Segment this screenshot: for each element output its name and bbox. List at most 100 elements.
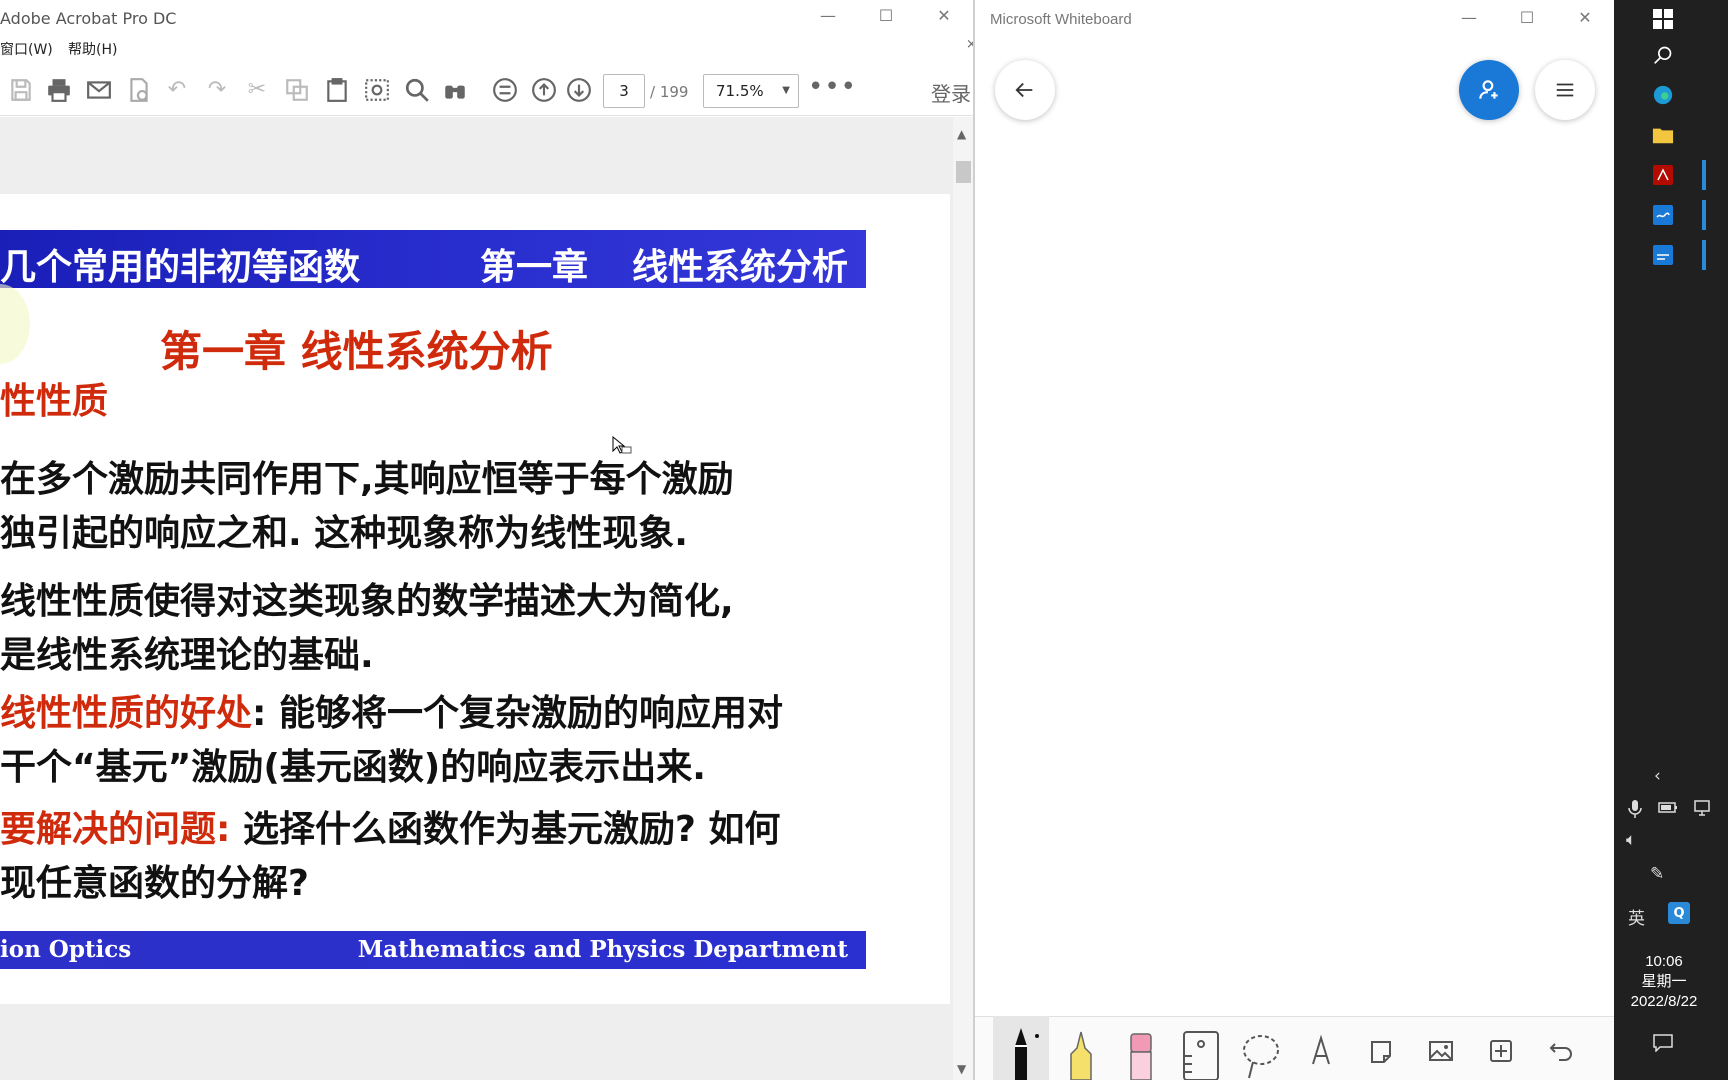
body-line-2: 独引起的响应之和. 这种现象称为线性现象.	[0, 513, 688, 554]
page-number-input[interactable]: 3	[603, 74, 645, 108]
scroll-down-icon[interactable]: ▼	[957, 1062, 966, 1076]
ruler-icon	[1183, 1031, 1219, 1080]
fit-page-icon[interactable]	[490, 76, 520, 104]
footer-right: Mathematics and Physics Department	[357, 936, 848, 963]
find-binoculars-icon[interactable]	[440, 76, 470, 104]
insert-tool[interactable]	[1473, 1016, 1529, 1080]
invite-button[interactable]	[1459, 60, 1519, 120]
mouse-cursor-icon	[612, 436, 632, 454]
vertical-scrollbar[interactable]: ▲ ▼	[953, 117, 973, 1080]
pen-tool[interactable]	[993, 1016, 1049, 1080]
slide-footer-bar: ion Optics Mathematics and Physics Depar…	[0, 931, 866, 969]
chevron-left-icon[interactable]: ‹	[1654, 766, 1661, 786]
volume-icon[interactable]: 🔈︎	[1626, 830, 1636, 850]
acrobat-titlebar: Adobe Acrobat Pro DC — ☐ ✕	[0, 0, 973, 36]
cut-icon[interactable]: ✂	[242, 76, 272, 104]
highlighter-tool[interactable]	[1053, 1016, 1109, 1080]
clock-weekday: 星期一	[1641, 973, 1687, 990]
scroll-up-icon[interactable]: ▲	[957, 127, 966, 141]
undo-icon[interactable]: ↶	[162, 76, 192, 104]
menu-window[interactable]: 窗口(W)	[0, 39, 53, 59]
text-tool[interactable]	[1293, 1016, 1349, 1080]
chevron-down-icon: ▼	[782, 85, 790, 96]
slide-header-left: 几个常用的非初等函数	[0, 247, 361, 288]
whiteboard-app-icon[interactable]	[1648, 200, 1678, 230]
add-icon	[1490, 1040, 1512, 1062]
protect-document-icon[interactable]	[124, 76, 154, 104]
benefit-label: 线性性质的好处	[0, 693, 253, 734]
minimize-icon[interactable]: —	[799, 6, 857, 25]
benefit-line: 线性性质的好处: 能够将一个复杂激励的响应用对	[0, 684, 783, 736]
edge-browser-icon[interactable]	[1648, 80, 1678, 110]
search-icon[interactable]	[402, 76, 432, 104]
problem-line: 要解决的问题: 选择什么函数作为基元激励? 如何	[0, 800, 780, 852]
close-icon[interactable]: ✕	[915, 6, 973, 25]
zoom-value: 71.5%	[716, 82, 764, 100]
running-indicator	[1702, 160, 1706, 190]
more-tools-icon[interactable]: •••	[808, 74, 856, 104]
whiteboard-title: Microsoft Whiteboard	[990, 11, 1132, 28]
acrobat-app-icon[interactable]	[1648, 160, 1678, 190]
whiteboard-window: Microsoft Whiteboard — ☐ ✕	[974, 0, 1615, 1080]
slide-header-right: 线性系统分析	[632, 247, 849, 288]
image-icon	[1429, 1041, 1453, 1061]
network-icon[interactable]	[1694, 800, 1714, 816]
snapshot-icon[interactable]	[362, 76, 392, 104]
whiteboard-app-icon-2[interactable]	[1648, 240, 1678, 270]
microphone-icon[interactable]	[1628, 800, 1642, 818]
clock[interactable]: 10:06 星期一 2022/8/22	[1614, 952, 1714, 1012]
add-person-icon	[1479, 80, 1498, 99]
email-icon[interactable]	[84, 76, 114, 104]
clock-date: 2022/8/22	[1630, 993, 1698, 1010]
acrobat-window-controls: — ☐ ✕	[799, 6, 973, 25]
windows-taskbar: ‹ 🔈︎ ✎ 英 Q 10:06 星期一 2022/8/22	[1614, 0, 1728, 1080]
paste-icon[interactable]	[322, 76, 352, 104]
body-line-3: 线性性质使得对这类现象的数学描述大为简化,	[0, 581, 734, 622]
scroll-thumb[interactable]	[956, 161, 971, 183]
ime-indicator[interactable]: 英	[1628, 904, 1645, 929]
slide-header-chapter: 第一章	[480, 247, 589, 288]
page-total: / 199	[650, 83, 689, 101]
close-icon[interactable]: ✕	[1556, 8, 1614, 27]
pen-icon	[1015, 1028, 1039, 1080]
text-icon	[1312, 1034, 1330, 1065]
undo-icon	[1549, 1043, 1572, 1061]
battery-icon[interactable]	[1658, 800, 1678, 814]
next-page-icon[interactable]	[564, 76, 594, 104]
benefit-text: : 能够将一个复杂激励的响应用对	[252, 693, 783, 734]
maximize-icon[interactable]: ☐	[857, 6, 915, 25]
zoom-select[interactable]: 71.5% ▼	[703, 74, 799, 108]
ruler-tool[interactable]	[1173, 1016, 1229, 1080]
chapter-title: 第一章 线性系统分析	[160, 327, 553, 376]
note-tool[interactable]	[1353, 1016, 1409, 1080]
menu-help[interactable]: 帮助(H)	[68, 39, 117, 59]
undo-tool[interactable]	[1533, 1016, 1589, 1080]
copy-icon[interactable]	[282, 76, 312, 104]
notification-icon[interactable]	[1648, 1028, 1678, 1058]
back-button[interactable]	[995, 60, 1055, 120]
acrobat-title: Adobe Acrobat Pro DC	[0, 9, 177, 28]
save-icon[interactable]	[6, 76, 36, 104]
previous-page-icon[interactable]	[529, 76, 559, 104]
eraser-tool[interactable]	[1113, 1016, 1169, 1080]
running-indicator	[1702, 200, 1706, 230]
hamburger-icon	[1556, 83, 1574, 97]
redo-icon[interactable]: ↷	[202, 76, 232, 104]
image-tool[interactable]	[1413, 1016, 1469, 1080]
whiteboard-toolbar	[975, 1016, 1615, 1080]
windows-start-icon[interactable]	[1648, 4, 1678, 34]
lasso-tool[interactable]	[1233, 1016, 1289, 1080]
maximize-icon[interactable]: ☐	[1498, 8, 1556, 27]
arrow-left-icon	[1015, 82, 1033, 98]
problem-line-2: 现任意函数的分解?	[0, 863, 309, 904]
close-menu-icon[interactable]: ×	[966, 37, 973, 52]
file-explorer-icon[interactable]	[1648, 120, 1678, 150]
minimize-icon[interactable]: —	[1440, 8, 1498, 27]
menu-button[interactable]	[1535, 60, 1595, 120]
problem-label: 要解决的问题:	[0, 809, 231, 850]
pen-workspace-icon[interactable]: ✎	[1650, 864, 1664, 884]
qq-icon[interactable]: Q	[1668, 902, 1690, 924]
search-icon[interactable]	[1648, 40, 1678, 70]
login-link[interactable]: 登录	[931, 78, 971, 107]
print-icon[interactable]	[44, 76, 74, 104]
